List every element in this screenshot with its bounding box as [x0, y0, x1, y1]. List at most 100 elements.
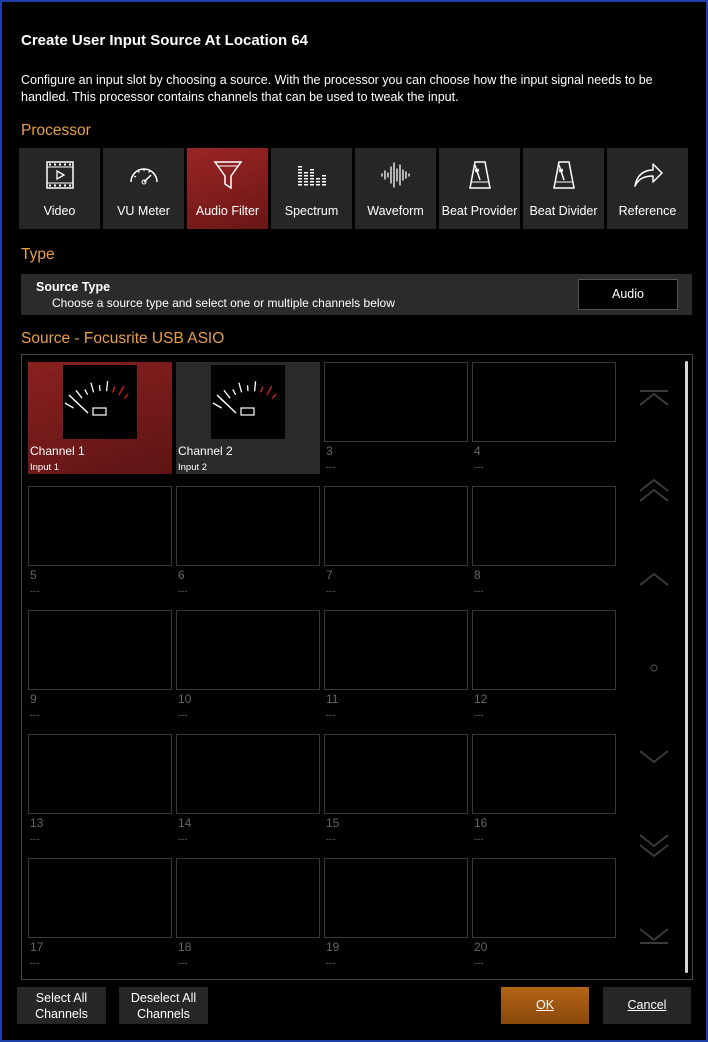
channel-input-label: --- [474, 710, 484, 721]
channel-name: Channel 2 [178, 444, 233, 458]
channel-preview [324, 362, 468, 442]
channel-cell-15[interactable]: 15 --- [324, 734, 468, 846]
channel-input-label: --- [326, 958, 336, 969]
channel-input-label: --- [178, 834, 188, 845]
select-all-button[interactable]: Select All Channels [17, 987, 106, 1024]
metronome-icon [439, 158, 520, 192]
channel-cell-12[interactable]: 12 --- [472, 610, 616, 722]
gauge-icon [103, 158, 184, 192]
channel-cell-9[interactable]: 9 --- [28, 610, 172, 722]
page-down-icon[interactable] [634, 827, 674, 861]
channel-name: 14 [178, 816, 192, 830]
channel-name: 9 [30, 692, 37, 706]
channel-name: 10 [178, 692, 192, 706]
channel-cell-7[interactable]: 7 --- [324, 486, 468, 598]
channel-preview [28, 734, 172, 814]
channel-name: 18 [178, 940, 192, 954]
channel-cell-13[interactable]: 13 --- [28, 734, 172, 846]
processor-waveform-button[interactable]: Waveform [355, 148, 436, 229]
source-type-panel: Source Type Choose a source type and sel… [21, 274, 692, 315]
processor-label: Beat Provider [441, 204, 518, 218]
channel-cell-11[interactable]: 11 --- [324, 610, 468, 722]
dialog-description: Configure an input slot by choosing a so… [21, 73, 653, 104]
channel-preview [176, 734, 320, 814]
channel-preview [324, 610, 468, 690]
channel-preview [472, 486, 616, 566]
channel-input-label: --- [326, 710, 336, 721]
cancel-button[interactable]: Cancel [603, 987, 691, 1024]
channel-input-label: --- [326, 462, 336, 473]
channel-cell-2[interactable]: Channel 2 Input 2 [176, 362, 320, 474]
page-up-icon[interactable] [634, 475, 674, 509]
channel-cell-6[interactable]: 6 --- [176, 486, 320, 598]
processor-spectrum-button[interactable]: Spectrum [271, 148, 352, 229]
processor-audio-filter-button[interactable]: Audio Filter [187, 148, 268, 229]
channel-cell-19[interactable]: 19 --- [324, 858, 468, 970]
scrollbar[interactable] [685, 361, 688, 973]
processor-beat-divider-button[interactable]: Beat Divider [523, 148, 604, 229]
ok-button[interactable]: OK [501, 987, 589, 1024]
processor-section-label: Processor [21, 122, 91, 139]
scroll-bottom-icon[interactable] [634, 915, 674, 949]
channel-name: 7 [326, 568, 333, 582]
channel-cell-20[interactable]: 20 --- [472, 858, 616, 970]
channel-name: 6 [178, 568, 185, 582]
processor-label: Reference [618, 204, 677, 218]
channel-preview [176, 362, 318, 440]
channel-input-label: --- [178, 710, 188, 721]
channel-preview [472, 858, 616, 938]
channel-cell-14[interactable]: 14 --- [176, 734, 320, 846]
processor-video-button[interactable]: Video [19, 148, 100, 229]
processor-vu-meter-button[interactable]: VU Meter [103, 148, 184, 229]
vu-meter-icon [211, 365, 285, 439]
line-up-icon[interactable] [634, 563, 674, 597]
channel-cell-16[interactable]: 16 --- [472, 734, 616, 846]
channel-preview [176, 610, 320, 690]
channel-preview [176, 858, 320, 938]
channel-input-label: --- [474, 586, 484, 597]
channel-cell-18[interactable]: 18 --- [176, 858, 320, 970]
spectrum-bars-icon [271, 158, 352, 192]
source-type-hint: Choose a source type and select one or m… [52, 296, 395, 310]
center-dot-icon[interactable] [634, 651, 674, 685]
channel-input-label: --- [30, 710, 40, 721]
channel-name: Channel 1 [30, 444, 85, 458]
deselect-all-button[interactable]: Deselect All Channels [119, 987, 208, 1024]
channel-cell-8[interactable]: 8 --- [472, 486, 616, 598]
scroll-navigation [634, 355, 674, 975]
channel-preview [324, 858, 468, 938]
channel-name: 4 [474, 444, 481, 458]
channel-name: 12 [474, 692, 488, 706]
channel-cell-1[interactable]: Channel 1 Input 1 [28, 362, 172, 474]
channel-cell-17[interactable]: 17 --- [28, 858, 172, 970]
channel-preview [28, 858, 172, 938]
type-section-label: Type [21, 246, 55, 263]
channel-input-label: --- [326, 586, 336, 597]
scroll-top-icon[interactable] [634, 385, 674, 419]
channel-cell-4[interactable]: 4 --- [472, 362, 616, 474]
channel-preview [324, 734, 468, 814]
channel-cell-10[interactable]: 10 --- [176, 610, 320, 722]
channel-cell-3[interactable]: 3 --- [324, 362, 468, 474]
channel-input-label: --- [30, 958, 40, 969]
processor-label: Beat Divider [529, 204, 598, 218]
channel-name: 19 [326, 940, 340, 954]
dialog-window: Create User Input Source At Location 64 … [0, 0, 708, 1042]
processor-reference-button[interactable]: Reference [607, 148, 688, 229]
source-type-heading: Source Type [36, 280, 111, 294]
channel-input-label: Input 2 [178, 462, 208, 473]
channel-preview [28, 486, 172, 566]
channel-grid: Channel 1 Input 1 Channel 2 Input 2 3 --- 4 ---… [21, 354, 693, 980]
channel-input-label: --- [474, 462, 484, 473]
processor-beat-provider-button[interactable]: Beat Provider [439, 148, 520, 229]
channel-name: 17 [30, 940, 44, 954]
channel-input-label: --- [178, 586, 188, 597]
processor-label: Spectrum [284, 204, 339, 218]
film-icon [19, 158, 100, 192]
source-type-button[interactable]: Audio [578, 279, 678, 310]
channel-preview [472, 734, 616, 814]
channel-cell-5[interactable]: 5 --- [28, 486, 172, 598]
channel-name: 13 [30, 816, 44, 830]
line-down-icon[interactable] [634, 739, 674, 773]
channel-preview [176, 486, 320, 566]
